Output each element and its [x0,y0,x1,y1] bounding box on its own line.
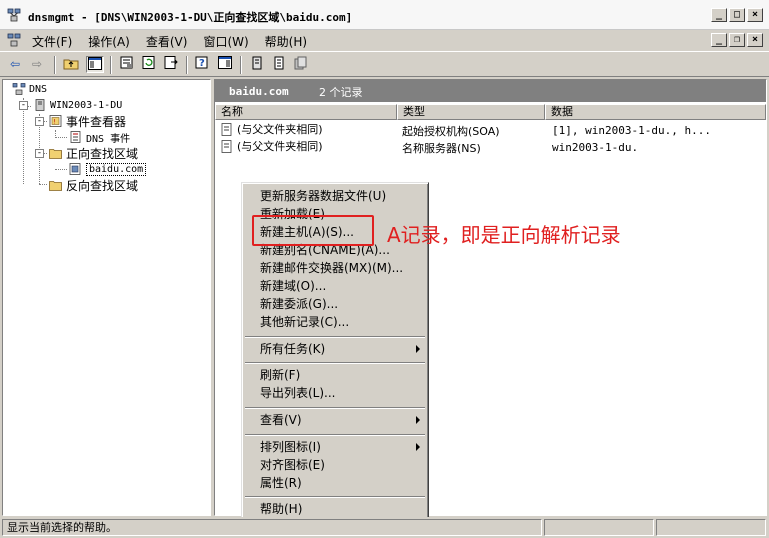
record-name: (与父文件夹相同) [237,140,323,153]
svg-text:?: ? [199,58,205,69]
record-icon [221,122,232,136]
record-data: win2003-1-du. [552,141,639,154]
mmc-system-icon[interactable] [6,33,22,47]
annotation-text: A记录，即是正向解析记录 [387,223,621,247]
menu-window[interactable]: 窗口(W) [203,33,248,50]
menu-help[interactable]: 帮助(H) [265,33,307,50]
server-list-icon[interactable] [248,56,266,73]
collapse-server-icon[interactable]: - [19,101,28,110]
tree-node-server[interactable]: WIN2003-1-DU [33,98,122,112]
submenu-arrow-icon [416,345,420,353]
menu-item-view[interactable]: 查看(V) [260,412,302,428]
forward-arrow-icon[interactable]: ⇨ [28,56,46,73]
column-header-data[interactable]: 数据 [545,104,766,120]
tree-node-forward-zones[interactable]: 正向查找区域 [49,146,139,161]
maximize-button[interactable]: □ [729,8,745,22]
tree-label-reverse-zones: 反向查找区域 [66,178,139,193]
toolbar: ⇦ ⇨ ? [0,51,769,77]
menu-bar: 文件(F) 操作(A) 查看(V) 窗口(W) 帮助(H) _ ❐ × [0,30,769,50]
tree-label-event-viewer: 事件查看器 [66,114,127,129]
menu-item-arrange-icons[interactable]: 排列图标(I) [260,439,321,455]
table-row[interactable]: (与父文件夹相同) [221,139,323,153]
menu-action[interactable]: 操作(A) [88,33,130,50]
menu-file[interactable]: 文件(F) [32,33,72,50]
menu-item-other-new-records[interactable]: 其他新记录(C)... [260,314,349,330]
status-text: 显示当前选择的帮助。 [2,519,542,536]
back-arrow-icon[interactable]: ⇦ [6,56,24,73]
collapse-forward-zones-icon[interactable]: - [35,149,44,158]
submenu-arrow-icon [416,443,420,451]
tree-label-dns-events: DNS 事件 [86,133,131,145]
menu-separator [245,434,425,436]
help-icon[interactable]: ? [194,56,212,73]
description-bar: baidu.com 2 个记录 [215,80,766,102]
record-icon [221,139,232,153]
menu-item-new-mail-exchanger[interactable]: 新建邮件交换器(MX)(M)... [260,260,403,276]
properties-icon[interactable] [118,56,136,73]
event-log-icon [70,131,81,143]
record-data: [1], win2003-1-du., h... [552,124,711,137]
menu-separator [245,336,425,338]
event-viewer-icon: ! [49,115,62,127]
menu-separator [245,407,425,409]
menu-item-new-domain[interactable]: 新建域(O)... [260,278,326,294]
tree-label-server: WIN2003-1-DU [50,99,123,111]
tree-node-reverse-zones[interactable]: 反向查找区域 [49,178,139,193]
tree-node-dns-events[interactable]: DNS 事件 [69,130,131,145]
column-header-type[interactable]: 类型 [397,104,545,120]
zone-icon [69,163,81,175]
copy-records-icon[interactable] [292,56,310,73]
menu-item-all-tasks[interactable]: 所有任务(K) [260,341,325,357]
tree-node-event-viewer[interactable]: ! 事件查看器 [49,114,127,129]
tree-node-baidu-zone[interactable]: baidu.com [69,162,147,176]
collapse-event-viewer-icon[interactable]: - [35,117,44,126]
column-header-name[interactable]: 名称 [215,104,397,120]
child-restore-button[interactable]: ❐ [729,33,745,47]
record-type: 起始授权机构(SOA) [402,125,500,138]
dns-app-icon [7,8,21,22]
show-hide-tree-icon[interactable] [86,56,104,73]
tree-node-dns[interactable]: DNS [12,82,47,96]
refresh-icon[interactable] [140,56,158,73]
status-panel-3 [656,519,766,536]
up-folder-icon[interactable] [62,56,80,73]
status-panel-2 [544,519,654,536]
submenu-arrow-icon [416,416,420,424]
zone-name-label: baidu.com [229,85,289,98]
menu-item-update-server-data-file[interactable]: 更新服务器数据文件(U) [260,188,386,204]
close-button[interactable]: × [747,8,763,22]
show-hide-action-pane-icon[interactable] [216,56,234,73]
dns-icon [12,83,26,95]
menu-separator [245,362,425,364]
folder-icon [49,181,62,191]
folder-open-icon [49,149,62,159]
export-list-icon[interactable] [162,56,180,73]
tree-label-forward-zones: 正向查找区域 [66,146,139,161]
record-list-icon[interactable] [270,56,288,73]
menu-item-new-delegation[interactable]: 新建委派(G)... [260,296,338,312]
tree-label-dns: DNS [29,83,48,95]
title-bar: dnsmgmt - [DNS\WIN2003-1-DU\正向查找区域\baidu… [0,0,769,30]
child-close-button[interactable]: × [747,33,763,47]
annotation-highlight-box [252,215,374,246]
server-icon [35,99,45,111]
menu-item-help[interactable]: 帮助(H) [260,501,302,517]
menu-separator [245,496,425,498]
tree-label-baidu-zone: baidu.com [86,162,147,176]
minimize-button[interactable]: _ [711,8,727,22]
record-type: 名称服务器(NS) [402,142,481,155]
menu-item-refresh[interactable]: 刷新(F) [260,367,300,383]
child-minimize-button[interactable]: _ [711,33,727,47]
window-title: dnsmgmt - [DNS\WIN2003-1-DU\正向查找区域\baidu… [28,11,353,24]
table-row[interactable]: (与父文件夹相同) [221,122,323,136]
record-count-label: 2 个记录 [319,86,363,99]
status-bar: 显示当前选择的帮助。 [0,517,769,538]
menu-item-properties[interactable]: 属性(R) [260,475,302,491]
svg-text:!: ! [54,119,56,126]
console-tree[interactable]: DNS - WIN2003-1-DU - ! 事件查看器 DNS 事件 - 正向… [2,79,211,516]
record-name: (与父文件夹相同) [237,123,323,136]
menu-item-line-up-icons[interactable]: 对齐图标(E) [260,457,325,473]
menu-item-export-list[interactable]: 导出列表(L)... [260,385,336,401]
menu-view[interactable]: 查看(V) [146,33,188,50]
